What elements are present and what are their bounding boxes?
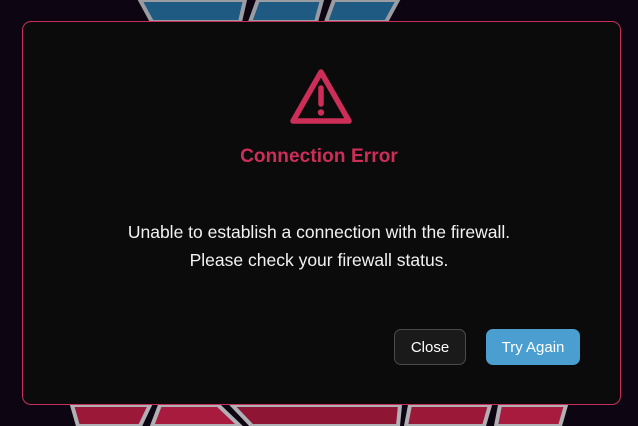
close-button[interactable]: Close — [394, 329, 466, 365]
error-message-line-2: Please check your firewall status. — [189, 250, 449, 270]
dialog-title: Connection Error — [240, 146, 398, 167]
error-message-line-1: Unable to establish a connection with th… — [127, 222, 511, 242]
warning-icon — [290, 69, 352, 124]
try-again-button[interactable]: Try Again — [486, 329, 580, 365]
